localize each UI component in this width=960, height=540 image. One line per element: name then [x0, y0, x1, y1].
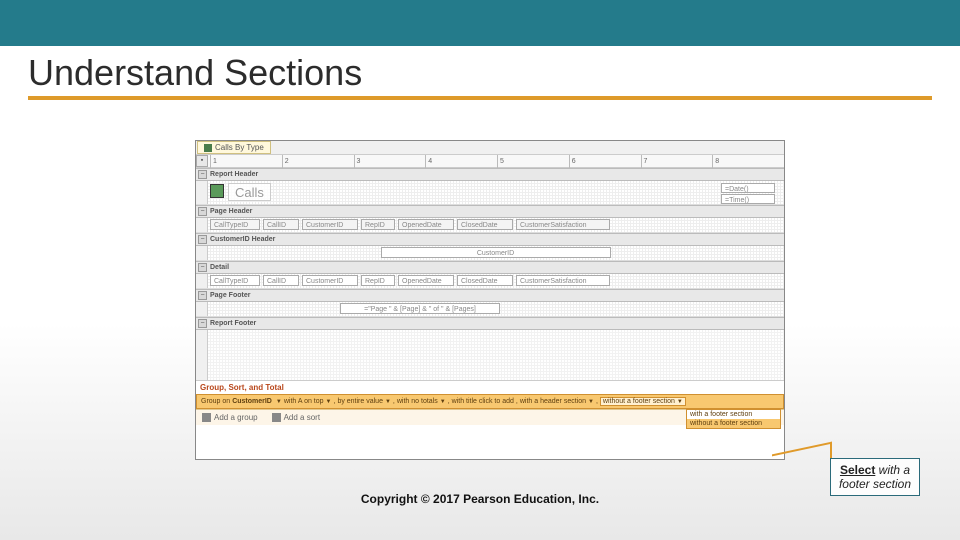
- ruler-tick: 1: [210, 155, 282, 168]
- group-prefix: Group on: [201, 398, 230, 405]
- report-title-label[interactable]: Calls: [228, 183, 271, 201]
- page-expression-control[interactable]: ="Page " & [Page] & " of " & [Pages]: [340, 303, 500, 314]
- field-label[interactable]: OpenedDate: [398, 219, 454, 230]
- page-header-area[interactable]: CallTypeID CallID CustomerID RepID Opene…: [196, 218, 784, 233]
- report-header-area[interactable]: Calls =Date() =Time(): [196, 181, 784, 205]
- group-row[interactable]: Group on CustomerID▼ with A on top▼, by …: [196, 394, 784, 409]
- section-label: Page Footer: [210, 292, 250, 299]
- callout-box: Select with a footer section: [830, 458, 920, 496]
- footer-section-dropdown[interactable]: with a footer section without a footer s…: [686, 409, 781, 429]
- report-tab[interactable]: Calls By Type: [197, 141, 271, 154]
- logo-placeholder[interactable]: [210, 184, 224, 198]
- date-control[interactable]: =Date(): [721, 183, 775, 193]
- group-opt[interactable]: with a header section▼: [520, 398, 594, 405]
- group-opt[interactable]: with no totals▼: [397, 398, 446, 405]
- copyright-text: Copyright © 2017 Pearson Education, Inc.: [0, 492, 960, 506]
- field-label[interactable]: CustomerID: [302, 219, 358, 230]
- horizontal-ruler[interactable]: 1 2 3 4 5 6 7 8: [210, 155, 784, 168]
- chevron-down-icon: ▼: [677, 399, 683, 405]
- gst-panel-title: Group, Sort, and Total: [196, 380, 784, 394]
- title-bar: Understand Sections: [0, 46, 960, 98]
- ruler-tick: 7: [641, 155, 713, 168]
- dropdown-item[interactable]: with a footer section: [687, 410, 780, 419]
- group-field: CustomerID: [232, 398, 272, 405]
- group-opt[interactable]: with A on top▼: [284, 398, 332, 405]
- field-control[interactable]: CustomerSatisfaction: [516, 275, 610, 286]
- field-control[interactable]: CustomerID: [302, 275, 358, 286]
- footer-section-option[interactable]: without a footer section▼: [600, 397, 686, 406]
- section-label: Report Header: [210, 171, 258, 178]
- chevron-down-icon: ▼: [440, 399, 446, 405]
- customerid-header-area[interactable]: CustomerID: [196, 246, 784, 261]
- detail-area[interactable]: CallTypeID CallID CustomerID RepID Opene…: [196, 274, 784, 289]
- add-sort-icon: [272, 413, 281, 422]
- field-control[interactable]: ClosedDate: [457, 275, 513, 286]
- section-label: CustomerID Header: [210, 236, 275, 243]
- time-control[interactable]: =Time(): [721, 194, 775, 204]
- header-band: [0, 0, 960, 46]
- expand-icon[interactable]: −: [198, 263, 207, 272]
- group-opt[interactable]: with title click to add: [452, 398, 514, 405]
- section-report-header[interactable]: − Report Header: [196, 168, 784, 181]
- add-group-icon: [202, 413, 211, 422]
- ruler-row: ▪ 1 2 3 4 5 6 7 8: [196, 155, 784, 168]
- field-label[interactable]: CallTypeID: [210, 219, 260, 230]
- page-footer-area[interactable]: ="Page " & [Page] & " of " & [Pages]: [196, 302, 784, 317]
- report-icon: [204, 144, 212, 152]
- expand-icon[interactable]: −: [198, 291, 207, 300]
- tab-label: Calls By Type: [215, 143, 264, 152]
- ruler-tick: 5: [497, 155, 569, 168]
- callout-bold: Select: [840, 463, 875, 477]
- chevron-down-icon[interactable]: ▼: [276, 399, 282, 405]
- section-label: Report Footer: [210, 320, 256, 327]
- title-underline: [28, 96, 932, 100]
- field-label[interactable]: ClosedDate: [457, 219, 513, 230]
- vertical-ruler: [196, 246, 208, 260]
- field-label[interactable]: CallID: [263, 219, 299, 230]
- section-page-footer[interactable]: − Page Footer: [196, 289, 784, 302]
- customerid-control[interactable]: CustomerID: [381, 247, 611, 258]
- tab-row: Calls By Type: [196, 141, 784, 155]
- section-label: Page Header: [210, 208, 252, 215]
- field-control[interactable]: CallID: [263, 275, 299, 286]
- group-opt[interactable]: by entire value▼: [337, 398, 390, 405]
- ruler-tick: 4: [425, 155, 497, 168]
- field-control[interactable]: OpenedDate: [398, 275, 454, 286]
- field-control[interactable]: RepID: [361, 275, 395, 286]
- add-sort-button[interactable]: Add a sort: [272, 413, 320, 422]
- report-footer-area[interactable]: [196, 330, 784, 380]
- section-page-header[interactable]: − Page Header: [196, 205, 784, 218]
- add-group-button[interactable]: Add a group: [202, 413, 258, 422]
- select-all-button[interactable]: ▪: [196, 155, 208, 167]
- access-report-screenshot: Calls By Type ▪ 1 2 3 4 5 6 7 8 − Report…: [195, 140, 785, 460]
- ruler-tick: 3: [354, 155, 426, 168]
- ruler-tick: 6: [569, 155, 641, 168]
- slide-title: Understand Sections: [28, 52, 932, 94]
- field-label[interactable]: RepID: [361, 219, 395, 230]
- ruler-tick: 8: [712, 155, 784, 168]
- dropdown-item-selected[interactable]: without a footer section: [687, 419, 780, 428]
- vertical-ruler: [196, 218, 208, 232]
- vertical-ruler: [196, 274, 208, 288]
- vertical-ruler: [196, 330, 208, 380]
- section-label: Detail: [210, 264, 229, 271]
- section-detail[interactable]: − Detail: [196, 261, 784, 274]
- vertical-ruler: [196, 302, 208, 316]
- expand-icon[interactable]: −: [198, 170, 207, 179]
- chevron-down-icon: ▼: [326, 399, 332, 405]
- expand-icon[interactable]: −: [198, 235, 207, 244]
- field-label[interactable]: CustomerSatisfaction: [516, 219, 610, 230]
- chevron-down-icon: ▼: [385, 399, 391, 405]
- ruler-tick: 2: [282, 155, 354, 168]
- section-report-footer[interactable]: − Report Footer: [196, 317, 784, 330]
- expand-icon[interactable]: −: [198, 207, 207, 216]
- chevron-down-icon: ▼: [588, 399, 594, 405]
- vertical-ruler: [196, 181, 208, 204]
- expand-icon[interactable]: −: [198, 319, 207, 328]
- section-customerid-header[interactable]: − CustomerID Header: [196, 233, 784, 246]
- field-control[interactable]: CallTypeID: [210, 275, 260, 286]
